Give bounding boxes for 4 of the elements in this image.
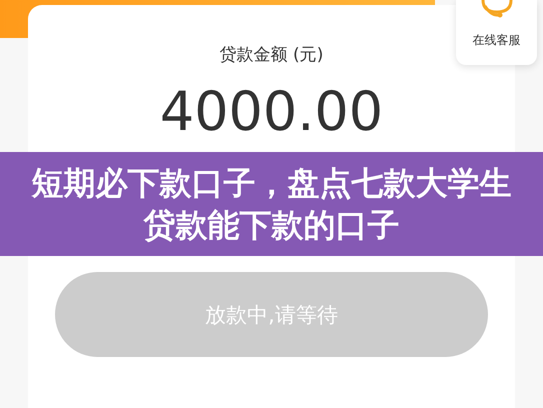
banner-title: 短期必下款口子，盘点七款大学生贷款能下款的口子 — [32, 163, 512, 246]
loan-amount-label: 贷款金额 (元) — [220, 44, 324, 66]
loan-amount: 4000.00 — [160, 80, 384, 144]
customer-service-button[interactable]: 在线客服 — [456, 0, 537, 65]
